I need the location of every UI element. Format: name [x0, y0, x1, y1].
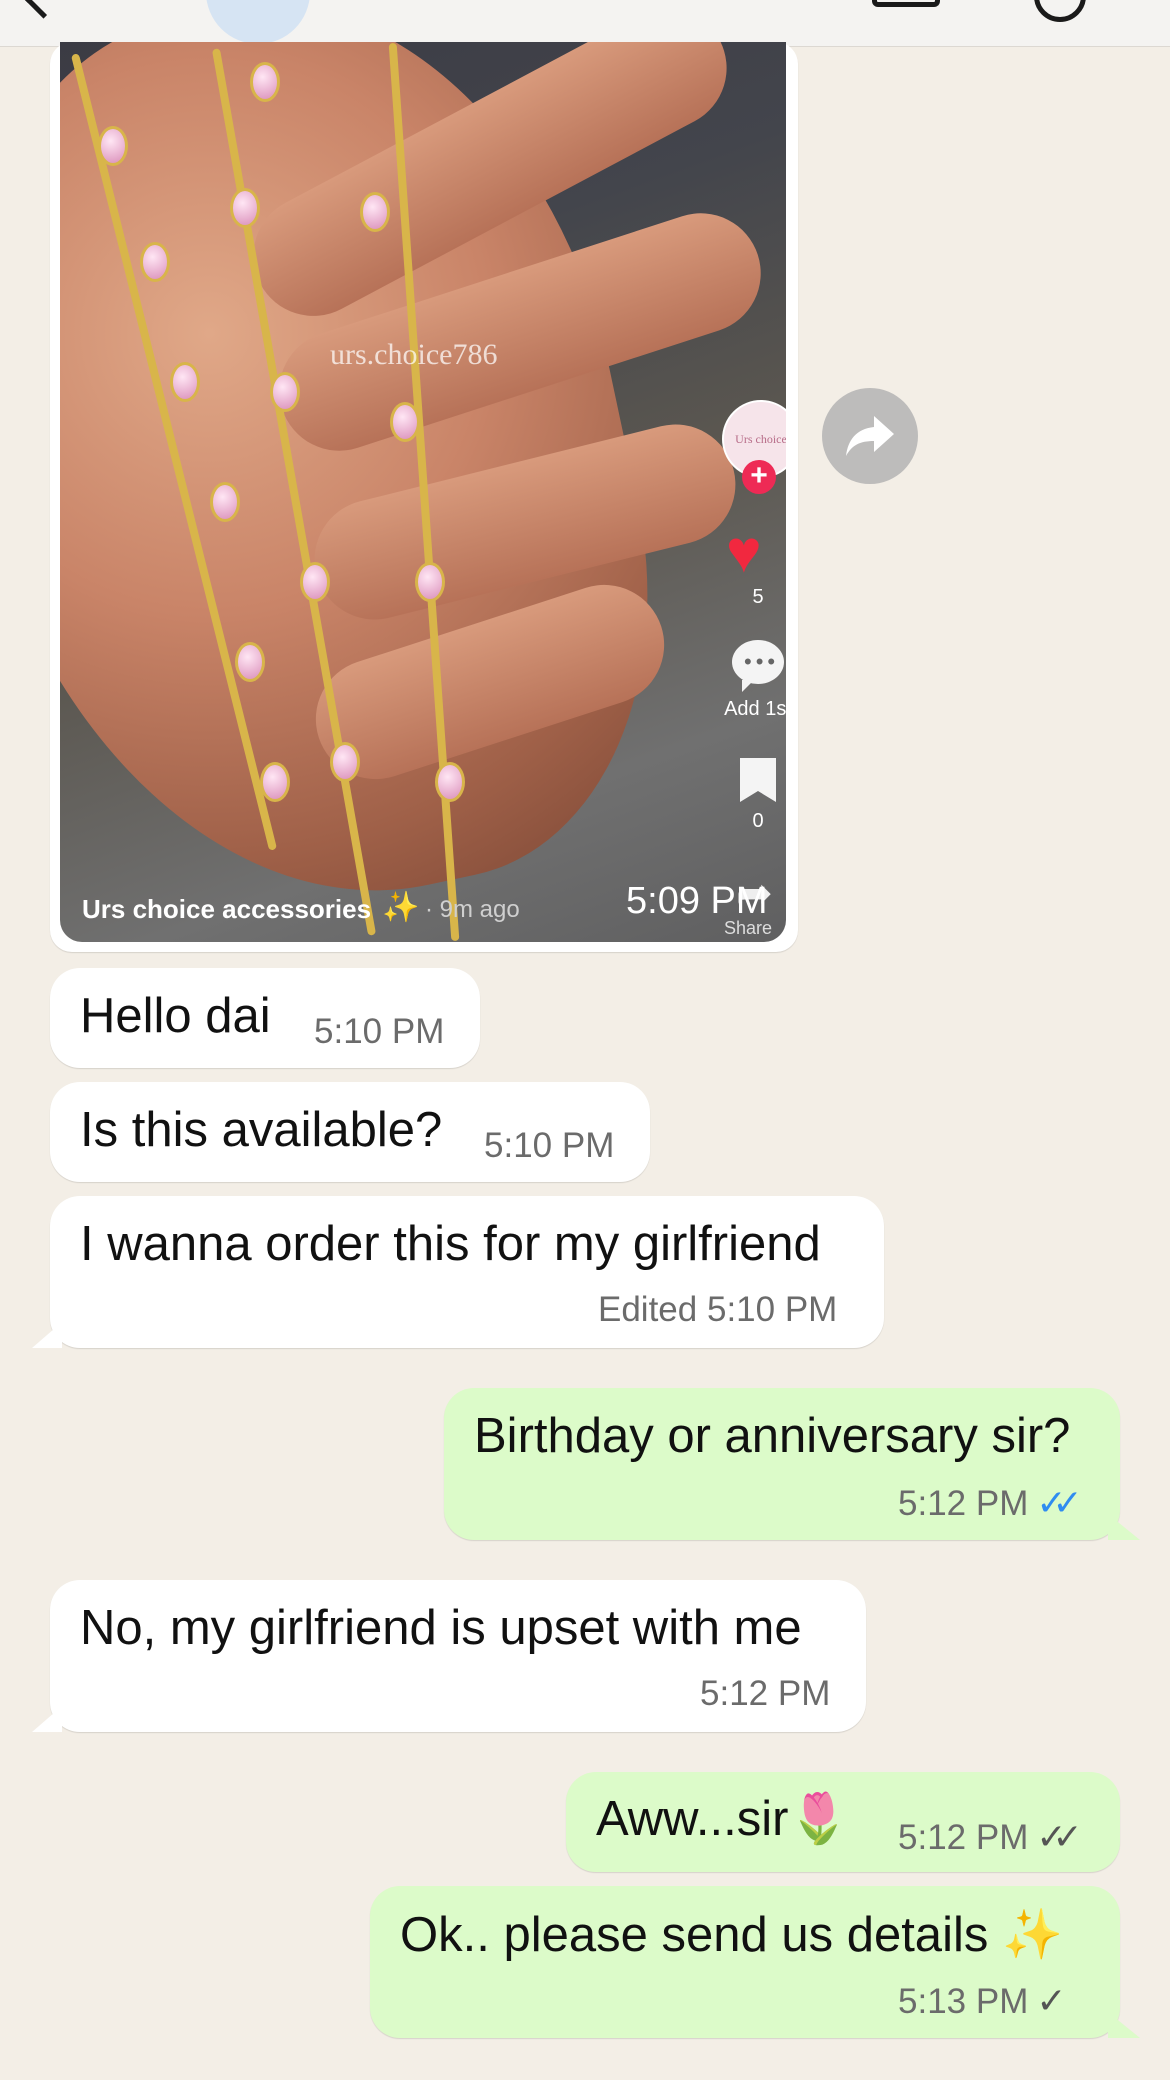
double-tick-icon: ✓✓	[1036, 1482, 1082, 1523]
message-text: Hello dai	[80, 989, 271, 1043]
posted-ago: · 9m ago	[425, 896, 520, 923]
message-meta: 5:12 PM ✓✓	[898, 1816, 1083, 1858]
bracelet-gem	[235, 642, 265, 682]
bracelet-gem	[415, 562, 445, 602]
shared-video-message[interactable]: urs.choice786 Urs choice + ♥ 5 ••• Add 1…	[50, 42, 798, 952]
outgoing-message[interactable]: Birthday or anniversary sir? 5:12 PM ✓✓	[444, 1388, 1140, 1540]
bookmark-icon[interactable]	[740, 758, 776, 802]
bracelet-gem	[230, 188, 260, 228]
message-time: 5:10 PM	[484, 1126, 615, 1165]
bracelet-gem	[390, 402, 420, 442]
bracelet-gem	[435, 762, 465, 802]
sparkle-emoji: ✨	[382, 891, 420, 924]
comment-icon[interactable]: •••	[732, 640, 784, 692]
outgoing-message[interactable]: Aww...sir🌷 5:12 PM ✓✓	[566, 1772, 1120, 1872]
heart-icon[interactable]: ♥	[726, 522, 762, 582]
message-time: 5:12 PM	[700, 1674, 831, 1713]
outgoing-message[interactable]: Ok.. please send us details ✨ 5:13 PM ✓	[370, 1886, 1140, 2038]
message-text: Is this available?	[80, 1103, 443, 1157]
bubble-tail	[1108, 1514, 1140, 1540]
message-text: I wanna order this for my girlfriend	[80, 1217, 821, 1271]
edited-label: Edited	[598, 1290, 698, 1329]
incoming-message[interactable]: Hello dai 5:10 PM	[50, 968, 480, 1068]
message-time: 5:12 PM	[898, 1818, 1029, 1857]
video-watermark: urs.choice786	[330, 338, 498, 371]
video-call-icon[interactable]	[872, 0, 940, 7]
comment-label: Add 1st	[724, 698, 786, 720]
bubble-tail	[1108, 2012, 1140, 2038]
bracelet-gem	[300, 562, 330, 602]
message-time: 5:09 PM	[626, 880, 768, 922]
bracelet-gem	[210, 482, 240, 522]
bracelet-gem	[360, 192, 390, 232]
bracelet-gem	[140, 242, 170, 282]
back-arrow-icon[interactable]	[24, 0, 63, 19]
message-time: 5:10 PM	[314, 1012, 445, 1051]
message-text: Ok.. please send us details ✨	[400, 1908, 1063, 1962]
bubble-tail	[32, 1322, 62, 1348]
forward-icon	[846, 416, 894, 456]
message-time: 5:10 PM	[706, 1290, 838, 1329]
bookmark-count: 0	[752, 810, 764, 832]
bracelet-gem	[260, 762, 290, 802]
double-tick-icon: ✓✓	[1036, 1816, 1082, 1857]
bracelet-gem	[270, 372, 300, 412]
bracelet-gem	[170, 362, 200, 402]
video-thumbnail[interactable]: urs.choice786 Urs choice + ♥ 5 ••• Add 1…	[60, 42, 786, 942]
forward-button[interactable]	[822, 388, 918, 484]
message-meta: Edited 5:10 PM	[598, 1290, 837, 1330]
bracelet-gem	[250, 62, 280, 102]
message-text: Birthday or anniversary sir?	[474, 1409, 1071, 1463]
bubble-tail	[32, 1706, 62, 1732]
message-text: No, my girlfriend is upset with me	[80, 1601, 802, 1655]
bracelet-gem	[330, 742, 360, 782]
follow-plus-icon[interactable]: +	[742, 460, 776, 494]
message-time: 5:13 PM	[898, 1982, 1029, 2021]
video-author: Urs choice accessories	[82, 894, 372, 924]
voice-call-icon[interactable]	[1034, 0, 1086, 22]
message-meta: 5:13 PM ✓	[898, 1980, 1067, 2022]
incoming-message[interactable]: No, my girlfriend is upset with me 5:12 …	[32, 1580, 866, 1732]
message-time: 5:12 PM	[898, 1484, 1029, 1523]
message-meta: 5:12 PM ✓✓	[898, 1482, 1083, 1524]
like-count: 5	[752, 586, 764, 608]
contact-avatar[interactable]	[206, 0, 310, 44]
incoming-message[interactable]: I wanna order this for my girlfriend Edi…	[32, 1196, 884, 1348]
message-text: Aww...sir🌷	[596, 1792, 850, 1846]
single-tick-icon: ✓	[1036, 1980, 1066, 2021]
chat-header	[0, 0, 1170, 47]
bracelet-gem	[98, 126, 128, 166]
incoming-message[interactable]: Is this available? 5:10 PM	[50, 1082, 650, 1182]
